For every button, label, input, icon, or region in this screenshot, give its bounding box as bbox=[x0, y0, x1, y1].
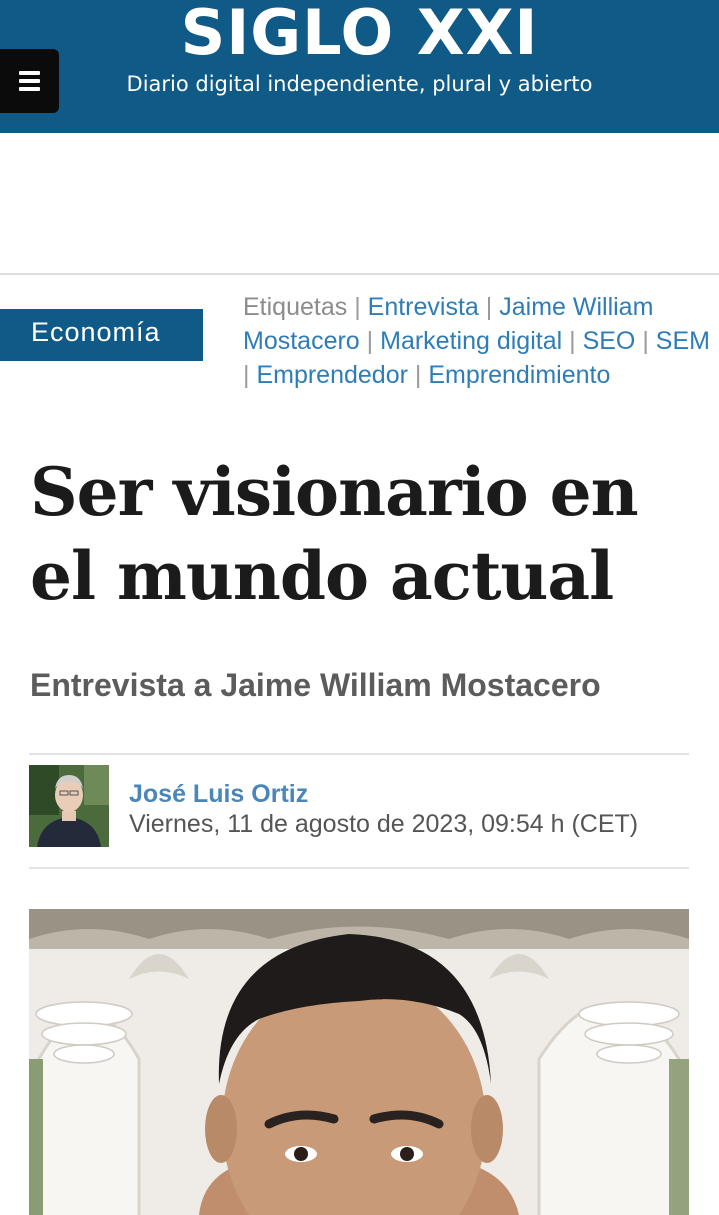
hero-image bbox=[29, 909, 689, 1215]
divider bbox=[29, 753, 689, 755]
site-logo[interactable]: SIGLO XXI bbox=[0, 0, 719, 69]
tag-link[interactable]: SEM bbox=[656, 327, 710, 355]
hamburger-menu-icon bbox=[19, 87, 40, 91]
ad-space bbox=[0, 133, 719, 273]
article-subtitle: Entrevista a Jaime William Mostacero bbox=[30, 667, 601, 703]
menu-button[interactable] bbox=[0, 49, 59, 113]
article-date: Viernes, 11 de agosto de 2023, 09:54 h (… bbox=[129, 810, 639, 838]
hamburger-menu-icon bbox=[19, 71, 40, 75]
tag-link[interactable]: Emprendimiento bbox=[428, 361, 610, 389]
divider bbox=[0, 273, 719, 275]
site-tagline: Diario digital independiente, plural y a… bbox=[126, 72, 593, 96]
article-title: Ser visionario en el mundo actual bbox=[30, 453, 639, 615]
tag-link[interactable]: Entrevista bbox=[368, 293, 479, 321]
tag-link[interactable]: SEO bbox=[583, 327, 636, 355]
divider bbox=[29, 867, 689, 869]
tag-link[interactable]: Emprendedor bbox=[256, 361, 407, 389]
section-badge[interactable]: Economía bbox=[0, 309, 203, 361]
site-header: SIGLO XXI Diario digital independiente, … bbox=[0, 0, 719, 133]
hamburger-menu-icon bbox=[19, 79, 40, 83]
tag-link[interactable]: Marketing digital bbox=[380, 327, 562, 355]
tags-label: Etiquetas bbox=[243, 293, 348, 321]
author-avatar[interactable] bbox=[29, 765, 109, 847]
tag-list: Etiquetas | Entrevista | Jaime William M… bbox=[243, 293, 710, 389]
author-name[interactable]: José Luis Ortiz bbox=[129, 780, 308, 809]
